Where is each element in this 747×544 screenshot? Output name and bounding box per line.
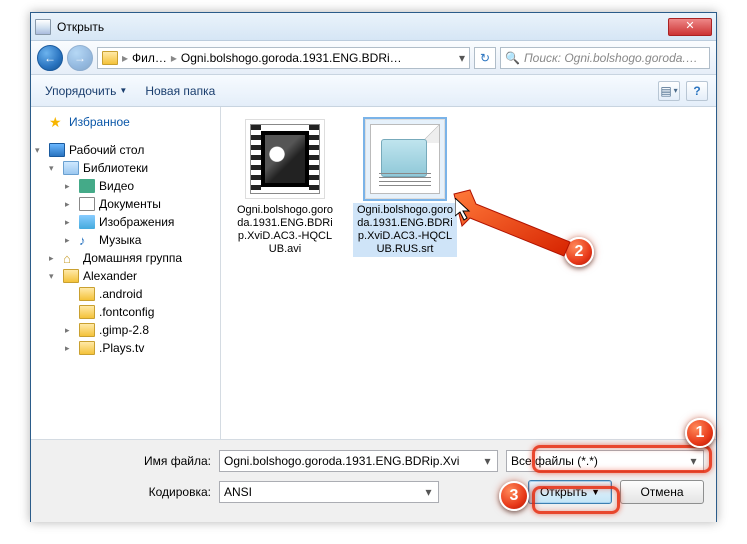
tree-folder[interactable]: ▸.Plays.tv <box>31 339 220 357</box>
chevron-down-icon[interactable]: ▾ <box>480 454 495 468</box>
filetype-select[interactable]: Все файлы (*.*) ▾ <box>506 450 704 472</box>
search-input[interactable]: 🔍 Поиск: Ogni.bolshogo.goroda.… <box>500 47 710 69</box>
close-button[interactable]: ✕ <box>668 18 712 36</box>
open-button[interactable]: Открыть ▼ <box>528 480 612 504</box>
tree-desktop[interactable]: ▾Рабочий стол <box>31 141 220 159</box>
tree-folder[interactable]: .fontconfig <box>31 303 220 321</box>
tree-folder[interactable]: ▸.gimp-2.8 <box>31 321 220 339</box>
view-options-button[interactable]: ▤▾ <box>658 81 680 101</box>
file-item-avi[interactable]: Ogni.bolshogo.goroda.1931.ENG.BDRip.XviD… <box>233 119 337 257</box>
titlebar: Открыть ✕ <box>31 13 716 41</box>
desktop-icon <box>49 143 65 157</box>
file-name: Ogni.bolshogo.goroda.1931.ENG.BDRip.XviD… <box>233 203 337 257</box>
open-file-dialog: Открыть ✕ ← → ▸ Фил… ▸ Ogni.bolshogo.gor… <box>30 12 717 522</box>
forward-button[interactable]: → <box>67 45 93 71</box>
homegroup-icon: ⌂ <box>63 251 79 265</box>
encoding-select[interactable]: ANSI ▾ <box>219 481 439 503</box>
folder-icon <box>102 51 118 65</box>
search-placeholder: Поиск: Ogni.bolshogo.goroda.… <box>524 51 698 65</box>
chevron-down-icon[interactable]: ▾ <box>421 485 436 499</box>
folder-icon <box>79 305 95 319</box>
file-thumbnail <box>245 119 325 199</box>
breadcrumb-item[interactable]: Ogni.bolshogo.goroda.1931.ENG.BDRi… <box>181 51 402 65</box>
folder-icon <box>79 341 95 355</box>
chevron-down-icon: ▼ <box>591 487 600 497</box>
file-name: Ogni.bolshogo.goroda.1931.ENG.BDRip.XviD… <box>353 203 457 257</box>
tree-documents[interactable]: ▸Документы <box>31 195 220 213</box>
chevron-right-icon: ▸ <box>120 51 130 65</box>
tree-video[interactable]: ▸Видео <box>31 177 220 195</box>
callout-badge-1: 1 <box>685 418 715 448</box>
chevron-down-icon[interactable]: ▾ <box>686 454 701 468</box>
tree-music[interactable]: ▸♪Музыка <box>31 231 220 249</box>
dialog-body: ★Избранное ▾Рабочий стол ▾Библиотеки ▸Ви… <box>31 107 716 439</box>
file-list[interactable]: Ogni.bolshogo.goroda.1931.ENG.BDRip.XviD… <box>221 107 716 439</box>
star-icon: ★ <box>49 115 65 129</box>
file-thumbnail <box>365 119 445 199</box>
encoding-label: Кодировка: <box>91 485 211 499</box>
chevron-right-icon: ▸ <box>169 51 179 65</box>
window-title: Открыть <box>57 20 668 34</box>
help-button[interactable]: ? <box>686 81 708 101</box>
tree-favorites[interactable]: ★Избранное <box>31 113 220 131</box>
breadcrumb-item[interactable]: Фил… <box>132 51 167 65</box>
libraries-icon <box>63 161 79 175</box>
back-button[interactable]: ← <box>37 45 63 71</box>
filename-label: Имя файла: <box>91 454 211 468</box>
organize-menu[interactable]: Упорядочить ▼ <box>39 81 133 101</box>
document-icon <box>79 197 95 211</box>
image-icon <box>79 215 95 229</box>
filename-input[interactable]: Ogni.bolshogo.goroda.1931.ENG.BDRip.Xvi … <box>219 450 498 472</box>
search-icon: 🔍 <box>505 51 520 65</box>
dialog-footer: Имя файла: Ogni.bolshogo.goroda.1931.ENG… <box>31 439 716 522</box>
chevron-down-icon: ▼ <box>119 86 127 95</box>
callout-badge-3: 3 <box>499 481 529 511</box>
chevron-down-icon[interactable]: ▾ <box>459 51 465 65</box>
app-icon <box>35 19 51 35</box>
video-icon <box>79 179 95 193</box>
navigation-tree[interactable]: ★Избранное ▾Рабочий стол ▾Библиотеки ▸Ви… <box>31 107 221 439</box>
new-folder-button[interactable]: Новая папка <box>139 81 221 101</box>
tree-libraries[interactable]: ▾Библиотеки <box>31 159 220 177</box>
breadcrumb[interactable]: ▸ Фил… ▸ Ogni.bolshogo.goroda.1931.ENG.B… <box>97 47 470 69</box>
music-icon: ♪ <box>79 233 95 247</box>
refresh-button[interactable]: ↻ <box>474 47 496 69</box>
folder-icon <box>79 323 95 337</box>
tree-folder[interactable]: .android <box>31 285 220 303</box>
folder-icon <box>79 287 95 301</box>
tree-homegroup[interactable]: ▸⌂Домашняя группа <box>31 249 220 267</box>
callout-badge-2: 2 <box>564 237 594 267</box>
cancel-button[interactable]: Отмена <box>620 480 704 504</box>
tree-images[interactable]: ▸Изображения <box>31 213 220 231</box>
user-icon <box>63 269 79 283</box>
file-item-srt[interactable]: Ogni.bolshogo.goroda.1931.ENG.BDRip.XviD… <box>353 119 457 257</box>
toolbar: Упорядочить ▼ Новая папка ▤▾ ? <box>31 75 716 107</box>
nav-bar: ← → ▸ Фил… ▸ Ogni.bolshogo.goroda.1931.E… <box>31 41 716 75</box>
tree-user[interactable]: ▾Alexander <box>31 267 220 285</box>
